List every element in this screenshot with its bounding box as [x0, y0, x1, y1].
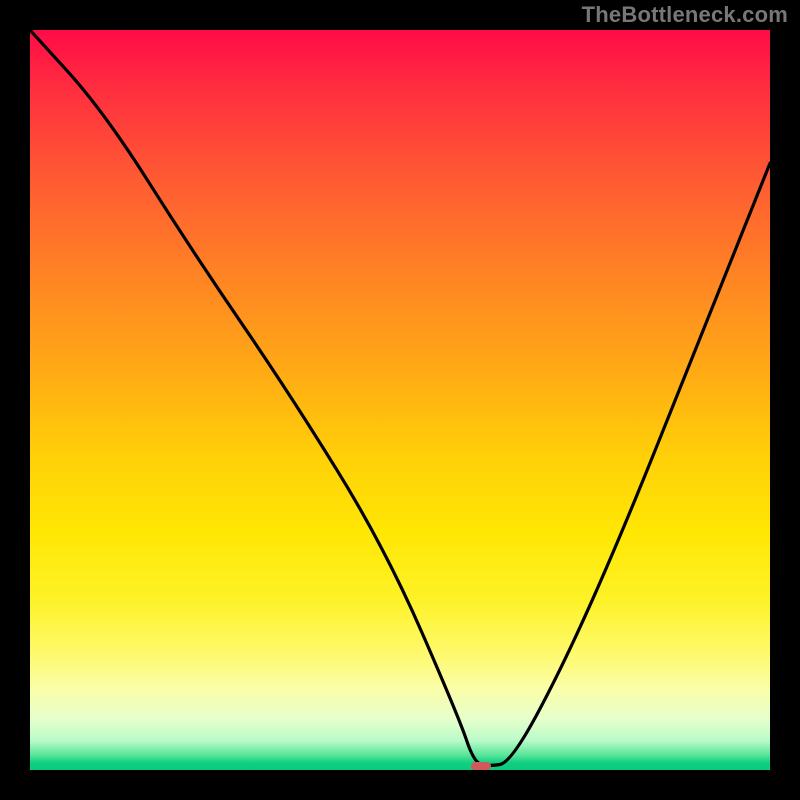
optimum-marker: [471, 762, 491, 770]
curve-path: [30, 30, 770, 765]
watermark-label: TheBottleneck.com: [582, 2, 788, 28]
chart-stage: TheBottleneck.com: [0, 0, 800, 800]
plot-area: [30, 30, 770, 770]
bottleneck-curve: [30, 30, 770, 770]
